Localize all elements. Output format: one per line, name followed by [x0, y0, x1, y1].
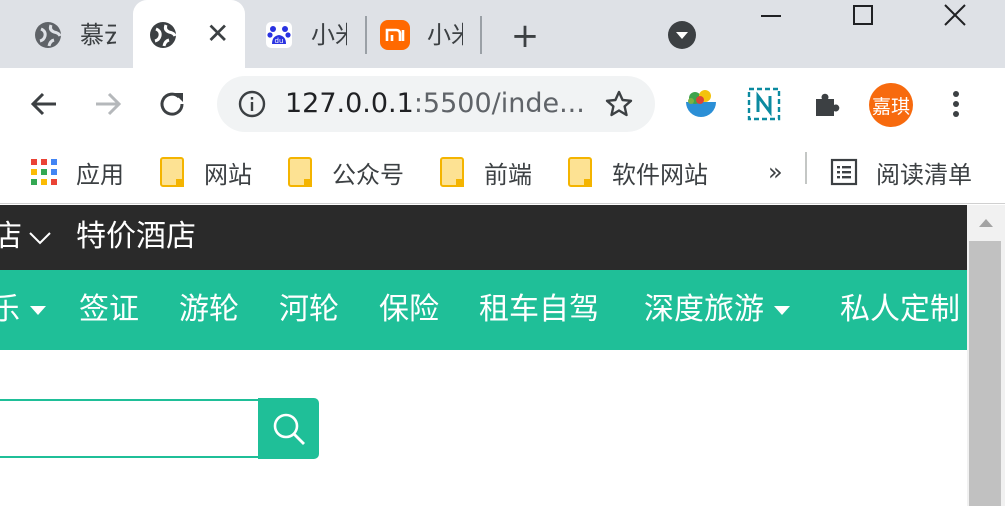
bookmarks-bar: 应用 网站 公众号 前端 软件网站 » 阅读清单 [0, 140, 1005, 204]
arrow-left-icon [30, 92, 56, 116]
tab-mi[interactable]: 小米 [380, 0, 476, 68]
star-icon [605, 90, 633, 117]
chevron-down-icon [29, 231, 51, 244]
extension-n-button[interactable] [747, 87, 781, 121]
baidu-paw-icon: du [264, 20, 294, 50]
url-host: 127.0.0.1 [285, 88, 414, 119]
topbar-item-special-hotels[interactable]: 特价酒店 [76, 215, 196, 259]
scroll-thumb[interactable] [969, 241, 1001, 506]
bookmark-apps[interactable]: 应用 [30, 140, 124, 204]
tab-baidu[interactable]: du 小米 [264, 0, 360, 68]
tab-separator [365, 16, 367, 54]
maximize-button[interactable] [848, 0, 878, 30]
bookmark-folder-websites[interactable]: 网站 [160, 140, 252, 204]
menu-button[interactable] [940, 86, 972, 122]
globe-icon [148, 20, 178, 50]
salad-bowl-icon [686, 90, 716, 117]
bookmarks-divider [805, 152, 807, 184]
extension-salad-button[interactable] [682, 85, 720, 123]
close-icon [944, 4, 966, 26]
browser-toolbar: 127.0.0.1:5500/inde... 嘉琪 [0, 68, 1005, 140]
plus-icon: + [510, 16, 540, 56]
caret-down-icon [774, 306, 790, 315]
back-button[interactable] [26, 86, 62, 122]
more-vertical-icon [953, 91, 959, 117]
tab-title: 小米 [427, 21, 463, 49]
reload-icon [160, 92, 184, 116]
tab-separator [480, 16, 482, 54]
url-text: 127.0.0.1:5500/inde... [285, 88, 585, 120]
search-icon [273, 413, 305, 445]
tab-active[interactable]: ✕ [133, 0, 245, 68]
tab-strip: 慕云 ✕ du 小米 小米 + [0, 0, 1005, 68]
triangle-up-icon [979, 219, 993, 227]
bookmarks-overflow-button[interactable]: » [768, 140, 783, 204]
tab-title: 小米 [311, 21, 347, 49]
close-icon[interactable]: ✕ [206, 20, 229, 48]
folder-icon [440, 157, 464, 187]
folder-icon [160, 157, 184, 187]
topbar-item-hotel[interactable]: 店 [0, 215, 52, 259]
minimize-icon [761, 15, 781, 17]
url-path: :5500/inde... [413, 88, 585, 119]
reading-list-button[interactable]: 阅读清单 [830, 140, 972, 204]
reading-list-icon [830, 158, 858, 186]
address-bar[interactable]: 127.0.0.1:5500/inde... [217, 76, 655, 132]
nav-item-label: 深度旅游 [644, 292, 764, 327]
maximize-icon [853, 5, 873, 25]
bookmark-label: 软件网站 [612, 160, 708, 189]
chevron-down-circle-icon [668, 21, 696, 49]
site-topbar: 店 特价酒店 [0, 205, 967, 270]
bookmark-label: 网站 [204, 160, 252, 189]
forward-button[interactable] [90, 86, 126, 122]
page-viewport: 店 特价酒店 乐 签证 游轮 河轮 保险 租车自驾 深度旅游 私人定制 [0, 205, 967, 506]
puzzle-icon [816, 93, 840, 116]
search-button[interactable] [258, 398, 319, 459]
bookmark-label: 前端 [484, 160, 532, 189]
svg-text:du: du [275, 37, 284, 45]
apps-grid-icon [31, 159, 57, 185]
nav-item-insurance[interactable]: 保险 [379, 288, 439, 332]
bookmark-folder-software[interactable]: 软件网站 [568, 140, 708, 204]
bookmark-label: 应用 [76, 160, 124, 189]
n-extension-icon [747, 87, 781, 121]
folder-icon [568, 157, 592, 187]
extensions-button[interactable] [810, 87, 844, 121]
window-close-button[interactable] [940, 0, 970, 30]
mi-logo-icon [380, 20, 410, 50]
new-tab-button[interactable]: + [505, 16, 545, 56]
nav-item-car-rental[interactable]: 租车自驾 [479, 288, 599, 332]
arrow-right-icon [96, 92, 122, 116]
scroll-up-button[interactable] [967, 205, 1005, 241]
tab-muyun[interactable]: 慕云 [33, 0, 129, 68]
folder-icon [288, 157, 312, 187]
nav-item-label: 乐 [0, 292, 20, 327]
tab-search-button[interactable] [667, 20, 697, 50]
nav-item-deep-travel[interactable]: 深度旅游 [644, 288, 790, 332]
nav-item-cruise[interactable]: 游轮 [179, 288, 239, 332]
minimize-button[interactable] [756, 0, 786, 30]
info-icon[interactable] [237, 89, 267, 119]
site-main-nav: 乐 签证 游轮 河轮 保险 租车自驾 深度旅游 私人定制 [0, 270, 967, 350]
nav-item-river-cruise[interactable]: 河轮 [279, 288, 339, 332]
tab-title: 慕云 [80, 21, 116, 49]
bookmark-folder-frontend[interactable]: 前端 [440, 140, 532, 204]
reload-button[interactable] [154, 86, 190, 122]
topbar-item-label: 店 [0, 219, 22, 254]
globe-icon [33, 20, 63, 50]
nav-item-visa[interactable]: 签证 [79, 288, 139, 332]
search-input[interactable] [0, 399, 258, 458]
nav-item-custom-tour[interactable]: 私人定制 [840, 288, 960, 332]
vertical-scrollbar[interactable] [967, 205, 1005, 506]
bookmark-folder-public-account[interactable]: 公众号 [288, 140, 404, 204]
bookmark-label: 公众号 [332, 160, 404, 189]
bookmark-star-button[interactable] [603, 88, 635, 120]
bookmark-label: 阅读清单 [876, 160, 972, 189]
nav-item-leisure[interactable]: 乐 [0, 288, 46, 332]
double-chevron-icon: » [768, 158, 783, 186]
profile-avatar[interactable]: 嘉琪 [869, 83, 913, 127]
caret-down-icon [30, 306, 46, 315]
